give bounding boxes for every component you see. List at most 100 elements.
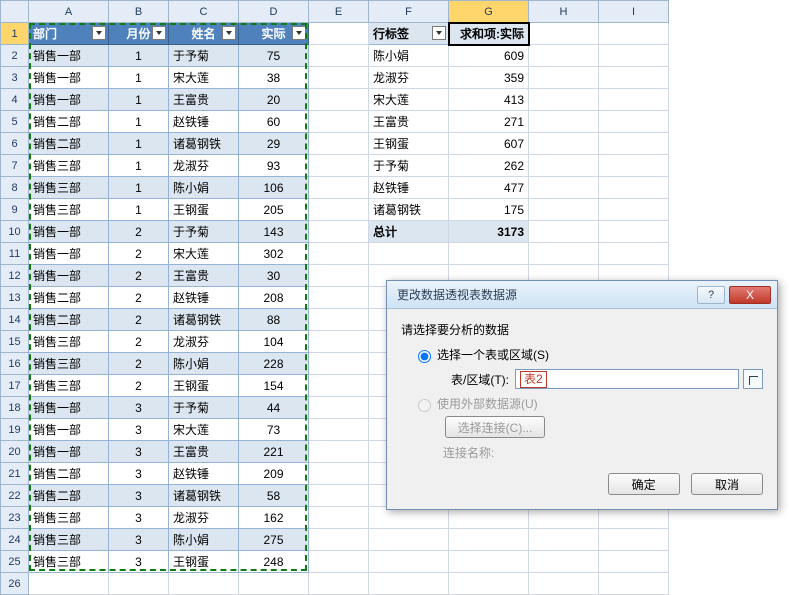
table-range-input[interactable]: 表2 [515, 369, 739, 389]
cell[interactable] [369, 243, 449, 265]
cell[interactable] [529, 133, 599, 155]
cell[interactable] [369, 529, 449, 551]
cell[interactable]: 王钢蛋 [169, 199, 239, 221]
cell[interactable]: 总计 [369, 221, 449, 243]
dialog-close-button[interactable]: X [729, 286, 771, 304]
row-header[interactable]: 19 [1, 419, 29, 441]
cell[interactable]: 3 [109, 507, 169, 529]
cell[interactable] [449, 529, 529, 551]
cell[interactable]: 龙淑芬 [169, 155, 239, 177]
cell[interactable]: 271 [449, 111, 529, 133]
row-header[interactable]: 24 [1, 529, 29, 551]
cell[interactable]: 143 [239, 221, 309, 243]
cell[interactable]: 销售一部 [29, 441, 109, 463]
dialog-titlebar[interactable]: 更改数据透视表数据源 ? X [387, 281, 777, 309]
cell[interactable]: 求和项:实际 [449, 23, 529, 45]
cell[interactable]: 38 [239, 67, 309, 89]
cell[interactable]: 销售三部 [29, 353, 109, 375]
cell[interactable] [309, 67, 369, 89]
cell[interactable]: 陈小娟 [169, 529, 239, 551]
cell[interactable]: 413 [449, 89, 529, 111]
cell[interactable] [529, 89, 599, 111]
cell[interactable]: 销售一部 [29, 419, 109, 441]
row-header[interactable]: 26 [1, 573, 29, 595]
cell[interactable]: 3 [109, 419, 169, 441]
cell[interactable] [239, 573, 309, 595]
dialog-help-button[interactable]: ? [697, 286, 725, 304]
cell[interactable]: 诸葛钢铁 [169, 309, 239, 331]
filter-dropdown-icon[interactable] [222, 26, 236, 40]
cell[interactable] [309, 331, 369, 353]
cell[interactable] [309, 441, 369, 463]
cell[interactable] [309, 507, 369, 529]
cell[interactable] [369, 573, 449, 595]
cell[interactable]: 20 [239, 89, 309, 111]
cell[interactable] [309, 155, 369, 177]
cell[interactable] [309, 485, 369, 507]
cell[interactable] [599, 45, 669, 67]
cell[interactable]: 175 [449, 199, 529, 221]
cell[interactable] [309, 287, 369, 309]
col-header-G[interactable]: G [449, 1, 529, 23]
cell[interactable] [309, 375, 369, 397]
cell[interactable] [599, 221, 669, 243]
cell[interactable]: 2 [109, 309, 169, 331]
cell[interactable]: 205 [239, 199, 309, 221]
cell[interactable]: 销售一部 [29, 397, 109, 419]
cell[interactable] [529, 45, 599, 67]
cell[interactable] [109, 573, 169, 595]
cell[interactable]: 诸葛钢铁 [169, 485, 239, 507]
cell[interactable]: 宋大莲 [369, 89, 449, 111]
cell[interactable]: 154 [239, 375, 309, 397]
cell[interactable]: 陈小娟 [169, 177, 239, 199]
cell[interactable] [449, 551, 529, 573]
cell[interactable]: 2 [109, 221, 169, 243]
row-header[interactable]: 18 [1, 397, 29, 419]
cell[interactable]: 1 [109, 199, 169, 221]
cell[interactable]: 销售二部 [29, 485, 109, 507]
cell[interactable]: 龙淑芬 [169, 331, 239, 353]
cell[interactable]: 104 [239, 331, 309, 353]
cell[interactable] [529, 23, 599, 45]
cell[interactable] [599, 199, 669, 221]
cell[interactable]: 行标签 [369, 23, 449, 45]
row-header[interactable]: 8 [1, 177, 29, 199]
cell[interactable]: 销售一部 [29, 89, 109, 111]
row-header[interactable]: 10 [1, 221, 29, 243]
row-header[interactable]: 25 [1, 551, 29, 573]
cell[interactable] [309, 177, 369, 199]
cell[interactable]: 3 [109, 463, 169, 485]
cell[interactable]: 208 [239, 287, 309, 309]
cell[interactable] [309, 573, 369, 595]
range-picker-button[interactable] [743, 369, 763, 389]
cell[interactable]: 2 [109, 353, 169, 375]
cell[interactable] [309, 243, 369, 265]
cell[interactable]: 陈小娟 [169, 353, 239, 375]
cell[interactable] [169, 573, 239, 595]
cell[interactable]: 359 [449, 67, 529, 89]
cell[interactable]: 221 [239, 441, 309, 463]
cell[interactable] [599, 67, 669, 89]
cell[interactable]: 陈小娟 [369, 45, 449, 67]
cell[interactable]: 诸葛钢铁 [369, 199, 449, 221]
cell[interactable]: 60 [239, 111, 309, 133]
cell[interactable] [599, 573, 669, 595]
cell[interactable] [599, 23, 669, 45]
cell[interactable] [529, 573, 599, 595]
cell[interactable]: 部门 [29, 23, 109, 45]
cell[interactable]: 王钢蛋 [369, 133, 449, 155]
cell[interactable] [309, 199, 369, 221]
col-header-B[interactable]: B [109, 1, 169, 23]
filter-dropdown-icon[interactable] [152, 26, 166, 40]
cell[interactable]: 609 [449, 45, 529, 67]
cell[interactable]: 162 [239, 507, 309, 529]
cell[interactable]: 2 [109, 287, 169, 309]
cell[interactable]: 2 [109, 375, 169, 397]
cell[interactable] [309, 23, 369, 45]
filter-dropdown-icon[interactable] [292, 26, 306, 40]
cell[interactable]: 30 [239, 265, 309, 287]
cell[interactable] [599, 155, 669, 177]
cell[interactable]: 于予菊 [169, 221, 239, 243]
cell[interactable]: 228 [239, 353, 309, 375]
cell[interactable] [529, 111, 599, 133]
